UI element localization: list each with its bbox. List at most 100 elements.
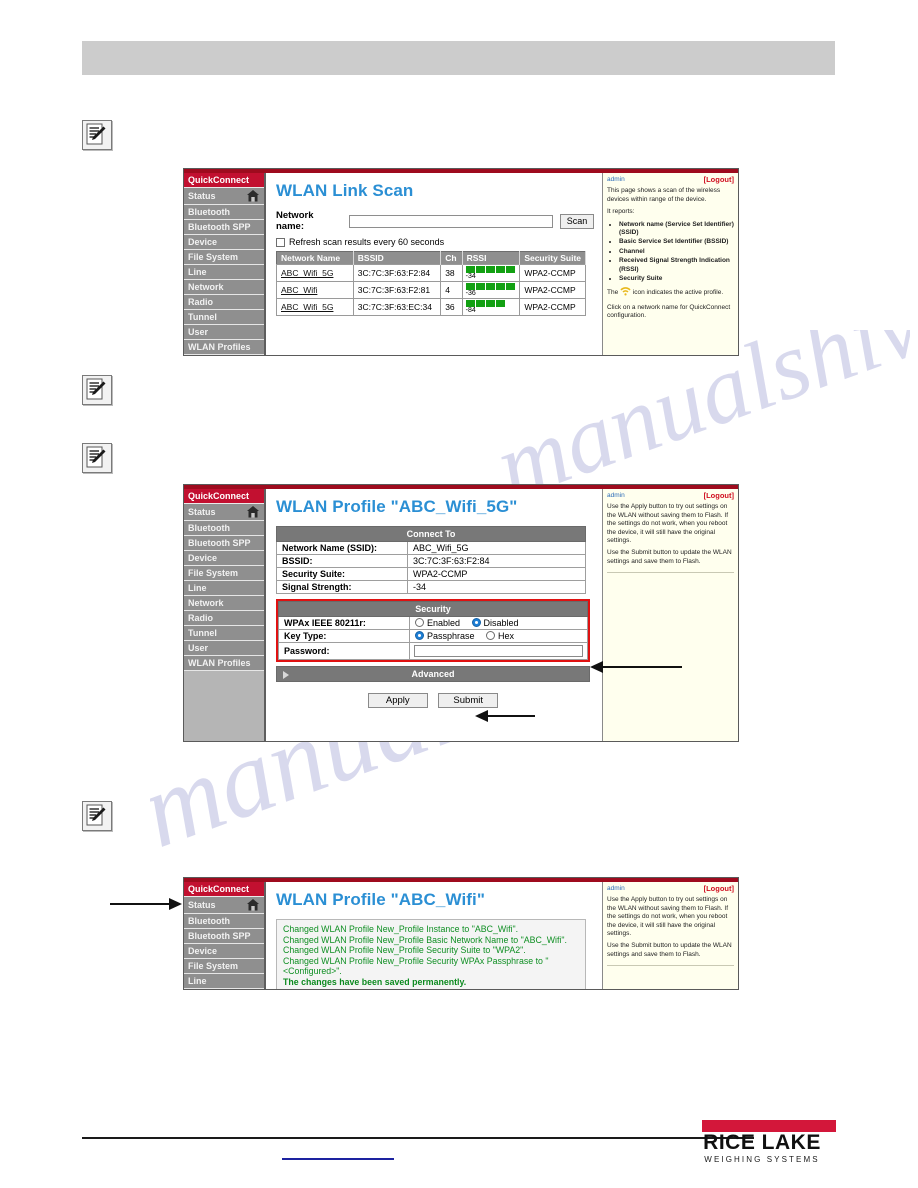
signal-strength-icon <box>465 300 517 307</box>
apply-button[interactable]: Apply <box>367 693 428 708</box>
sidebar-item-bluetooth-spp[interactable]: Bluetooth SPP <box>184 220 264 235</box>
password-label: Password: <box>278 642 410 660</box>
cell-channel: 38 <box>440 264 463 282</box>
help-paragraph-4: Click on a network name for QuickConnect… <box>607 303 731 320</box>
sidebar-item-device[interactable]: Device <box>184 551 264 566</box>
network-name-link[interactable]: ABC_Wifi_5G <box>281 302 333 312</box>
field-label: Network Name (SSID): <box>276 541 408 555</box>
field-value: -34 <box>407 580 586 594</box>
footer-link[interactable] <box>282 1158 394 1160</box>
network-name-link[interactable]: ABC_Wifi <box>281 285 317 295</box>
advanced-section-toggle[interactable]: Advanced <box>276 666 590 682</box>
sidebar-screen1: QuickConnect Status Bluetooth Bluetooth … <box>184 173 266 355</box>
sidebar-item-quickconnect[interactable]: QuickConnect <box>184 489 264 504</box>
sidebar-item-bluetooth[interactable]: Bluetooth <box>184 205 264 220</box>
network-name-input[interactable] <box>348 214 553 228</box>
help-bullet-list: Network name (Service Set Identifier)(SS… <box>607 221 734 284</box>
sidebar-item-user[interactable]: User <box>184 641 264 656</box>
sidebar-item-label: Network <box>188 598 224 608</box>
sidebar-item-bluetooth[interactable]: Bluetooth <box>184 914 264 929</box>
sidebar-item-label: Radio <box>188 297 214 307</box>
sidebar-item-line[interactable]: Line <box>184 581 264 596</box>
sidebar-item-file-system[interactable]: File System <box>184 566 264 581</box>
admin-label: admin <box>607 492 625 499</box>
sidebar-item-wlan-profiles[interactable]: WLAN Profiles <box>184 656 264 671</box>
signal-strength-icon <box>465 283 517 290</box>
radio-icon[interactable] <box>486 631 496 640</box>
cell-channel: 4 <box>440 281 463 299</box>
sidebar-item-file-system[interactable]: File System <box>184 250 264 265</box>
sidebar-item-quickconnect[interactable]: QuickConnect <box>184 882 264 897</box>
help-bullet-item: Channel <box>619 248 734 256</box>
sidebar-item-label: Tunnel <box>188 312 217 322</box>
sidebar-item-label: File System <box>188 961 239 971</box>
sidebar-item-user[interactable]: User <box>184 325 264 340</box>
table-row: Key Type: Passphrase Hex <box>278 629 588 643</box>
sidebar-item-status[interactable]: Status <box>184 188 264 205</box>
sidebar-item-quickconnect[interactable]: QuickConnect <box>184 173 264 188</box>
sidebar-item-bluetooth-spp[interactable]: Bluetooth SPP <box>184 929 264 944</box>
sidebar-item-bluetooth[interactable]: Bluetooth <box>184 521 264 536</box>
field-value: 3C:7C:3F:63:F2:84 <box>407 554 586 568</box>
sidebar-item-bluetooth-spp[interactable]: Bluetooth SPP <box>184 536 264 551</box>
note-icon-2 <box>82 375 112 405</box>
sidebar-item-radio[interactable]: Radio <box>184 295 264 310</box>
col-rssi: RSSI <box>462 251 521 265</box>
scan-button[interactable]: Scan <box>560 213 594 229</box>
help-header: admin [Logout] <box>607 884 734 893</box>
sidebar-item-tunnel[interactable]: Tunnel <box>184 626 264 641</box>
help-divider <box>607 572 734 574</box>
sidebar-item-device[interactable]: Device <box>184 944 264 959</box>
password-input[interactable] <box>414 645 583 657</box>
sidebar-item-label: QuickConnect <box>188 175 250 185</box>
sidebar-item-label: QuickConnect <box>188 491 250 501</box>
sidebar-item-status[interactable]: Status <box>184 504 264 521</box>
sidebar-item-line[interactable]: Line <box>184 265 264 280</box>
refresh-row[interactable]: Refresh scan results every 60 seconds <box>276 237 594 247</box>
cell-network-name[interactable]: ABC_Wifi_5G <box>276 264 354 282</box>
sidebar-item-label: Device <box>188 946 218 956</box>
wifi-icon <box>620 287 631 299</box>
sidebar-item-tunnel[interactable]: Tunnel <box>184 310 264 325</box>
option-label: Enabled <box>427 618 461 628</box>
cell-channel: 36 <box>440 298 463 316</box>
submit-button[interactable]: Submit <box>438 693 499 708</box>
sidebar-item-status[interactable]: Status <box>184 897 264 914</box>
wpax-label: WPAx IEEE 80211r: <box>278 616 410 630</box>
field-label: Security Suite: <box>276 567 408 581</box>
rssi-value: -34 <box>465 273 476 280</box>
help-paragraph-1: Use the Apply button to try out settings… <box>607 503 729 545</box>
cell-network-name[interactable]: ABC_Wifi_5G <box>276 298 354 316</box>
wpax-disabled-option[interactable]: Disabled <box>471 618 519 628</box>
radio-icon-selected[interactable] <box>471 618 481 627</box>
sidebar-item-network[interactable]: Network <box>184 280 264 295</box>
cell-network-name[interactable]: ABC_Wifi <box>276 281 354 299</box>
sidebar-item-file-system[interactable]: File System <box>184 959 264 974</box>
wpax-options: Enabled Disabled <box>409 616 588 630</box>
sidebar-item-line[interactable]: Line <box>184 974 264 989</box>
sidebar-item-label: Bluetooth SPP <box>188 222 251 232</box>
sidebar-item-wlan-profiles[interactable]: WLAN Profiles <box>184 340 264 355</box>
sidebar-item-device[interactable]: Device <box>184 235 264 250</box>
sidebar-item-label: Device <box>188 237 218 247</box>
sidebar-item-radio[interactable]: Radio <box>184 611 264 626</box>
help-bullet-item: Network name (Service Set Identifier)(SS… <box>619 221 734 238</box>
footer-divider <box>82 1137 754 1139</box>
keytype-passphrase-option[interactable]: Passphrase <box>415 631 475 641</box>
help-paragraph-3: The icon indicates the active profile. <box>607 287 734 299</box>
wlan-profile-saved-window: QuickConnect Status Bluetooth Bluetooth … <box>183 877 739 990</box>
logout-link[interactable]: [Logout] <box>704 491 734 500</box>
help-header: admin [Logout] <box>607 175 734 184</box>
logout-link[interactable]: [Logout] <box>704 175 734 184</box>
refresh-checkbox[interactable] <box>276 237 285 247</box>
help-p3-before: The <box>607 289 619 297</box>
network-name-link[interactable]: ABC_Wifi_5G <box>281 268 333 278</box>
sidebar-item-label: QuickConnect <box>188 884 250 894</box>
radio-icon[interactable] <box>415 618 424 627</box>
rssi-value: -84 <box>465 307 476 314</box>
keytype-hex-option[interactable]: Hex <box>486 631 514 641</box>
wpax-enabled-option[interactable]: Enabled <box>415 618 460 628</box>
radio-icon-selected[interactable] <box>415 631 424 640</box>
logout-link[interactable]: [Logout] <box>704 884 734 893</box>
sidebar-item-network[interactable]: Network <box>184 596 264 611</box>
